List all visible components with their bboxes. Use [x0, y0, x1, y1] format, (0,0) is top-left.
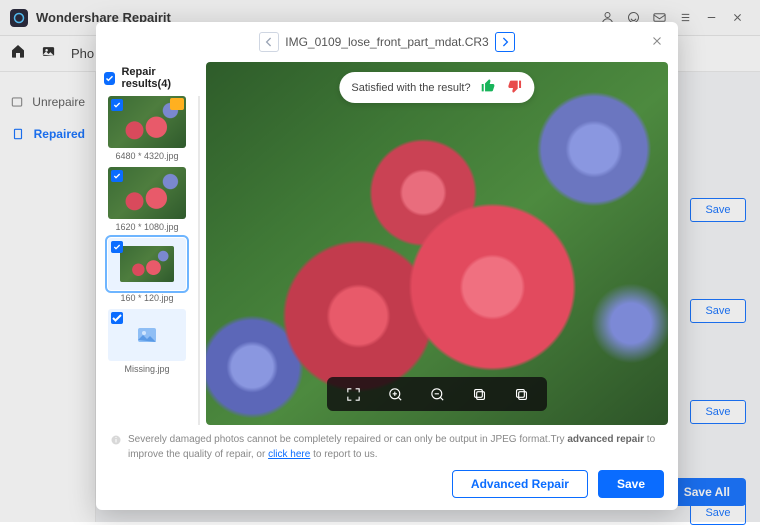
bg-save-button-2[interactable]: Save [690, 299, 746, 323]
thumbnail-item[interactable]: 1620 * 1080.jpg [102, 167, 192, 232]
thumbnail-image [108, 167, 186, 219]
document-icon [10, 126, 26, 142]
ai-badge-icon [170, 98, 184, 110]
close-modal-button[interactable] [646, 30, 668, 52]
results-header: Repair results(4) [102, 62, 200, 96]
thumbnail-image [108, 309, 186, 361]
missing-image-icon [133, 323, 161, 347]
sidebar-item-label: Unrepaire [32, 95, 85, 109]
fullscreen-icon[interactable] [343, 384, 363, 404]
thumbnail-item[interactable]: 160 * 120.jpg [102, 238, 192, 303]
modal-body: Repair results(4) 6480 * 4320.jpg 1620 *… [96, 62, 678, 425]
modal-footer: Severely damaged photos cannot be comple… [96, 425, 678, 510]
tip-text-1: Severely damaged photos cannot be comple… [128, 434, 567, 445]
select-all-checkbox[interactable] [104, 72, 115, 85]
zoom-out-icon[interactable] [427, 384, 447, 404]
next-file-button[interactable] [495, 32, 515, 52]
close-window-icon[interactable] [724, 5, 750, 31]
thumbnail-caption: 1620 * 1080.jpg [115, 222, 178, 232]
thumbnail-item[interactable]: 6480 * 4320.jpg [102, 96, 192, 161]
zoom-in-icon[interactable] [385, 384, 405, 404]
copy-icon[interactable] [469, 384, 489, 404]
thumbnail-list: 6480 * 4320.jpg 1620 * 1080.jpg 160 * 12… [102, 96, 200, 425]
bg-save-button-3[interactable]: Save [690, 400, 746, 424]
thumb-checkbox[interactable] [111, 99, 123, 111]
copy-icon-alt[interactable] [511, 384, 531, 404]
results-column: Repair results(4) 6480 * 4320.jpg 1620 *… [102, 62, 200, 425]
sidebar-item-unrepaired[interactable]: Unrepaire [0, 86, 95, 118]
feedback-prompt-label: Satisfied with the result? [351, 82, 470, 94]
results-header-label: Repair results(4) [121, 66, 198, 90]
thumbnail-item[interactable]: Missing.jpg [102, 309, 192, 374]
save-button[interactable]: Save [598, 470, 664, 498]
preview-image [206, 62, 668, 425]
thumbnail-image [108, 96, 186, 148]
preview-pane: Satisfied with the result? [206, 62, 668, 425]
bg-save-button-1[interactable]: Save [690, 198, 746, 222]
feedback-prompt: Satisfied with the result? [339, 72, 534, 103]
modal-header: IMG_0109_lose_front_part_mdat.CR3 [96, 22, 678, 62]
tip-link[interactable]: click here [268, 449, 310, 460]
save-all-button[interactable]: Save All [668, 478, 746, 506]
thumbnail-caption: Missing.jpg [124, 364, 169, 374]
minimize-icon[interactable] [698, 5, 724, 31]
sidebar-item-label: Repaired [34, 127, 85, 141]
home-icon[interactable] [10, 43, 26, 64]
thumb-checkbox[interactable] [111, 241, 123, 253]
thumb-checkbox[interactable] [111, 170, 123, 182]
image-broken-icon [10, 94, 24, 110]
sidebar: Unrepaire Repaired [0, 72, 96, 522]
thumb-checkbox[interactable] [111, 312, 123, 324]
tip-bold: advanced repair [567, 434, 644, 445]
filename-bar: IMG_0109_lose_front_part_mdat.CR3 [259, 32, 514, 52]
app-logo [10, 9, 28, 27]
thumbs-down-button[interactable] [507, 78, 523, 97]
info-icon [110, 434, 122, 446]
picture-icon[interactable] [40, 44, 57, 64]
preview-modal: IMG_0109_lose_front_part_mdat.CR3 Repair… [96, 22, 678, 510]
tip-text-3: to report to us. [310, 449, 377, 460]
advanced-repair-button[interactable]: Advanced Repair [452, 470, 588, 498]
image-toolbar [327, 377, 547, 411]
footer-buttons: Advanced Repair Save [110, 470, 664, 498]
thumbs-up-button[interactable] [481, 78, 497, 97]
toolbar-tab-label: Pho [71, 46, 94, 61]
footer-tip: Severely damaged photos cannot be comple… [110, 433, 664, 470]
prev-file-button[interactable] [259, 32, 279, 52]
thumbnail-caption: 6480 * 4320.jpg [115, 151, 178, 161]
filename-label: IMG_0109_lose_front_part_mdat.CR3 [285, 35, 488, 49]
thumbnail-inner-image [120, 246, 174, 282]
thumbnail-caption: 160 * 120.jpg [120, 293, 173, 303]
thumbnail-image [108, 238, 186, 290]
sidebar-item-repaired[interactable]: Repaired [0, 118, 95, 150]
